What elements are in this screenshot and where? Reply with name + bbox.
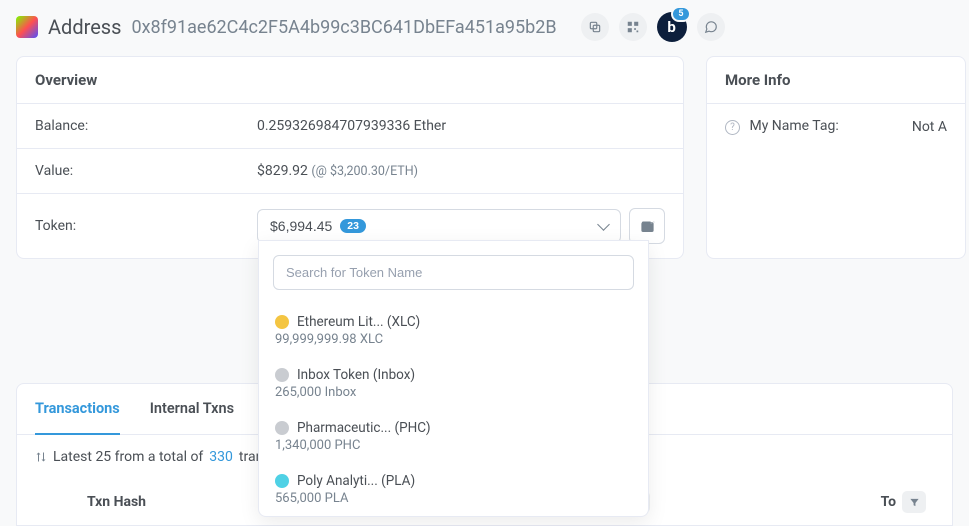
token-search-input[interactable] (273, 255, 634, 290)
token-dropdown-item[interactable]: Poly Analyti... (PLA) 565,000 PLA (259, 463, 648, 516)
token-dropdown-button[interactable]: $6,994.45 23 (257, 209, 621, 243)
token-dropdown-panel: Ethereum Lit... (XLC) 99,999,999.98 XLC … (258, 240, 649, 517)
token-icon (275, 421, 289, 435)
name-tag-value: Not A (912, 119, 947, 135)
token-item-amount: 565,000 PLA (275, 491, 632, 506)
tx-count-link[interactable]: 330 (209, 449, 233, 465)
wallet-button[interactable] (629, 208, 665, 244)
token-item-name: Ethereum Lit... (XLC) (297, 314, 420, 330)
page-title: Address (48, 15, 121, 39)
token-dropdown-item[interactable]: Inbox Token (Inbox) 265,000 Inbox (259, 357, 648, 410)
tab-transactions[interactable]: Transactions (35, 384, 120, 435)
token-total: $6,994.45 (270, 218, 332, 234)
token-dropdown-item[interactable]: Pharmaceutic... (PHC) 1,340,000 PHC (259, 410, 648, 463)
tx-info-prefix: Latest 25 from a total of (53, 449, 203, 465)
tab-internal-txns[interactable]: Internal Txns (150, 384, 234, 434)
token-item-name: Poly Analyti... (PLA) (297, 473, 415, 489)
help-icon[interactable]: ? (725, 120, 740, 135)
token-count-badge: 23 (340, 219, 366, 233)
token-item-amount: 265,000 Inbox (275, 385, 632, 400)
address-hash: 0x8f91ae62C4c2F5A4b99c3BC641DbEFa451a95b… (131, 17, 556, 38)
value-label: Value: (35, 163, 257, 179)
column-to: To (881, 494, 896, 510)
chat-icon[interactable] (697, 13, 725, 41)
copy-icon[interactable] (581, 13, 609, 41)
more-info-card: More Info ? My Name Tag: Not A (706, 56, 966, 259)
address-avatar (16, 16, 38, 38)
token-item-amount: 99,999,999.98 XLC (275, 332, 632, 347)
token-item-name: Inbox Token (Inbox) (297, 367, 415, 383)
filter-to-icon[interactable] (902, 491, 926, 513)
token-icon (275, 474, 289, 488)
token-icon (275, 315, 289, 329)
token-label: Token: (35, 218, 257, 234)
sort-icon[interactable] (35, 451, 47, 463)
token-item-name: Pharmaceutic... (PHC) (297, 420, 431, 436)
token-item-amount: 1,340,000 PHC (275, 438, 632, 453)
value-rate: (@ $3,200.30/ETH) (311, 164, 418, 179)
name-tag-label: My Name Tag: (749, 118, 838, 134)
qr-icon[interactable] (619, 13, 647, 41)
chevron-down-icon (597, 218, 610, 231)
blockies-badge: 5 (671, 6, 690, 22)
balance-label: Balance: (35, 118, 257, 134)
blockies-icon[interactable]: b 5 (657, 12, 687, 42)
overview-card: Overview Balance: 0.259326984707939336 E… (16, 56, 684, 259)
value-usd: $829.92 (257, 163, 308, 179)
token-dropdown-item[interactable]: Ethereum Lit... (XLC) 99,999,999.98 XLC (259, 304, 648, 357)
more-info-title: More Info (725, 71, 947, 89)
overview-title: Overview (35, 71, 665, 89)
balance-value: 0.259326984707939336 Ether (257, 118, 665, 134)
token-icon (275, 368, 289, 382)
